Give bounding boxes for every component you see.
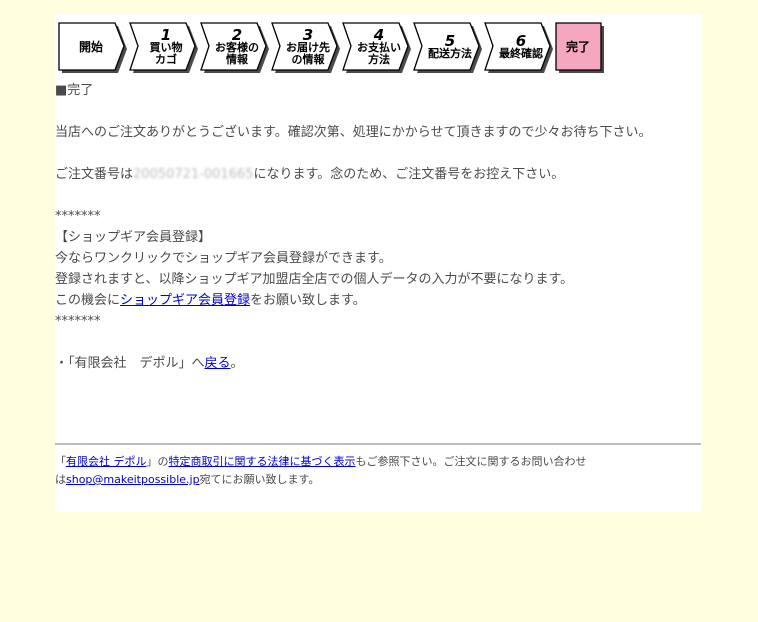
footer-mid: 」の [146,455,169,468]
order-number-line: ご注文番号は20050721-001665になります。念のため、ご注文番号をお控… [55,164,701,185]
step-7: 6 最終確認 [484,22,563,73]
email-link[interactable]: shop@makeitpossible.jp [66,473,200,486]
step-label-line2: カゴ [155,53,177,66]
member-line3: この機会にショップギア会員登録をお願い致します。 [55,290,701,311]
step-label: 3 お届け先 の情報 [271,22,343,72]
footer-open-quote: 「 [55,455,66,468]
footer-after-law: もご参照下さい。ご注文に関するお問い合わせ [355,455,587,468]
separator-stars-2: ******* [55,314,101,329]
step-label-line1: 完了 [565,40,590,54]
step-3: 2 お客様の 情報 [200,22,279,73]
member-title: 【ショップギア会員登録】 [55,230,212,245]
checkout-steps: 開始 1 買い物 カゴ 2 お客様の 情報 3 お届け先 の情報 4 お支払い 方法 5 配送方法 6 最終確認… [58,22,604,73]
step-label: 完了 [555,22,601,72]
footer-line2-suffix: 宛てにお願い致します。 [199,473,320,486]
footer: 「有限会社 デポル」の特定商取引に関する法律に基づく表示もご参照下さい。ご注文に… [55,443,701,489]
step-number: 5 [444,32,456,50]
step-1: 開始 [58,22,137,73]
step-label-line1: 最終確認 [499,47,543,60]
step-label: 開始 [58,22,124,72]
back-prefix: ・「有限会社 デポル」へ [55,356,205,371]
member-line1: 今ならワンクリックでショップギア会員登録ができます。 [55,251,392,266]
order-suffix: になります。念のため、ご注文番号をお控え下さい。 [253,167,565,182]
page-heading: ■完了 [55,83,94,98]
company-link[interactable]: 有限会社 デポル [66,455,147,468]
step-number: 6 [515,32,527,50]
step-label-line1: 開始 [78,40,103,54]
step-number: 1 [160,26,172,44]
step-5: 4 お支払い 方法 [342,22,421,73]
separator-stars: ******* [55,209,101,224]
step-label: 1 買い物 カゴ [129,22,201,72]
step-number: 3 [302,26,314,44]
footer-line2-prefix: は [55,473,66,486]
step-number: 4 [373,26,385,44]
law-link[interactable]: 特定商取引に関する法律に基づく表示 [169,455,356,468]
step-label-line2: の情報 [291,53,325,66]
content-area: ■完了 当店へのご注文ありがとうございます。確認次第、処理にかからせて頂きますの… [55,80,701,374]
order-prefix: ご注文番号は [55,167,134,182]
back-link[interactable]: 戻る [205,356,231,371]
member-line3-prefix: この機会に [55,293,121,308]
step-label: 2 お客様の 情報 [200,22,272,72]
step-label-line2: 情報 [226,53,248,66]
main-panel: 開始 1 買い物 カゴ 2 お客様の 情報 3 お届け先 の情報 4 お支払い 方法 5 配送方法 6 最終確認… [55,14,701,512]
step-label: 4 お支払い 方法 [342,22,414,72]
step-label-line2: 方法 [368,53,390,66]
step-6: 5 配送方法 [413,22,492,73]
member-line3-suffix: をお願い致します。 [250,293,366,308]
step-label: 5 配送方法 [413,22,485,72]
step-2: 1 買い物 カゴ [129,22,208,73]
step-8: 完了 [555,22,634,73]
step-label: 6 最終確認 [484,22,556,72]
step-label-line1: 配送方法 [428,47,472,60]
back-suffix: 。 [230,356,244,371]
step-number: 2 [231,26,243,44]
thanks-message: 当店へのご注文ありがとうございます。確認次第、処理にかからせて頂きますので少々お… [55,125,652,140]
back-line: ・「有限会社 デポル」へ戻る。 [55,353,701,374]
member-line2: 登録されますと、以降ショップギア加盟店全店での個人データの入力が不要になります。 [55,272,574,287]
member-register-link[interactable]: ショップギア会員登録 [120,293,250,308]
order-number: 20050721-001665 [133,167,254,182]
step-4: 3 お届け先 の情報 [271,22,350,73]
